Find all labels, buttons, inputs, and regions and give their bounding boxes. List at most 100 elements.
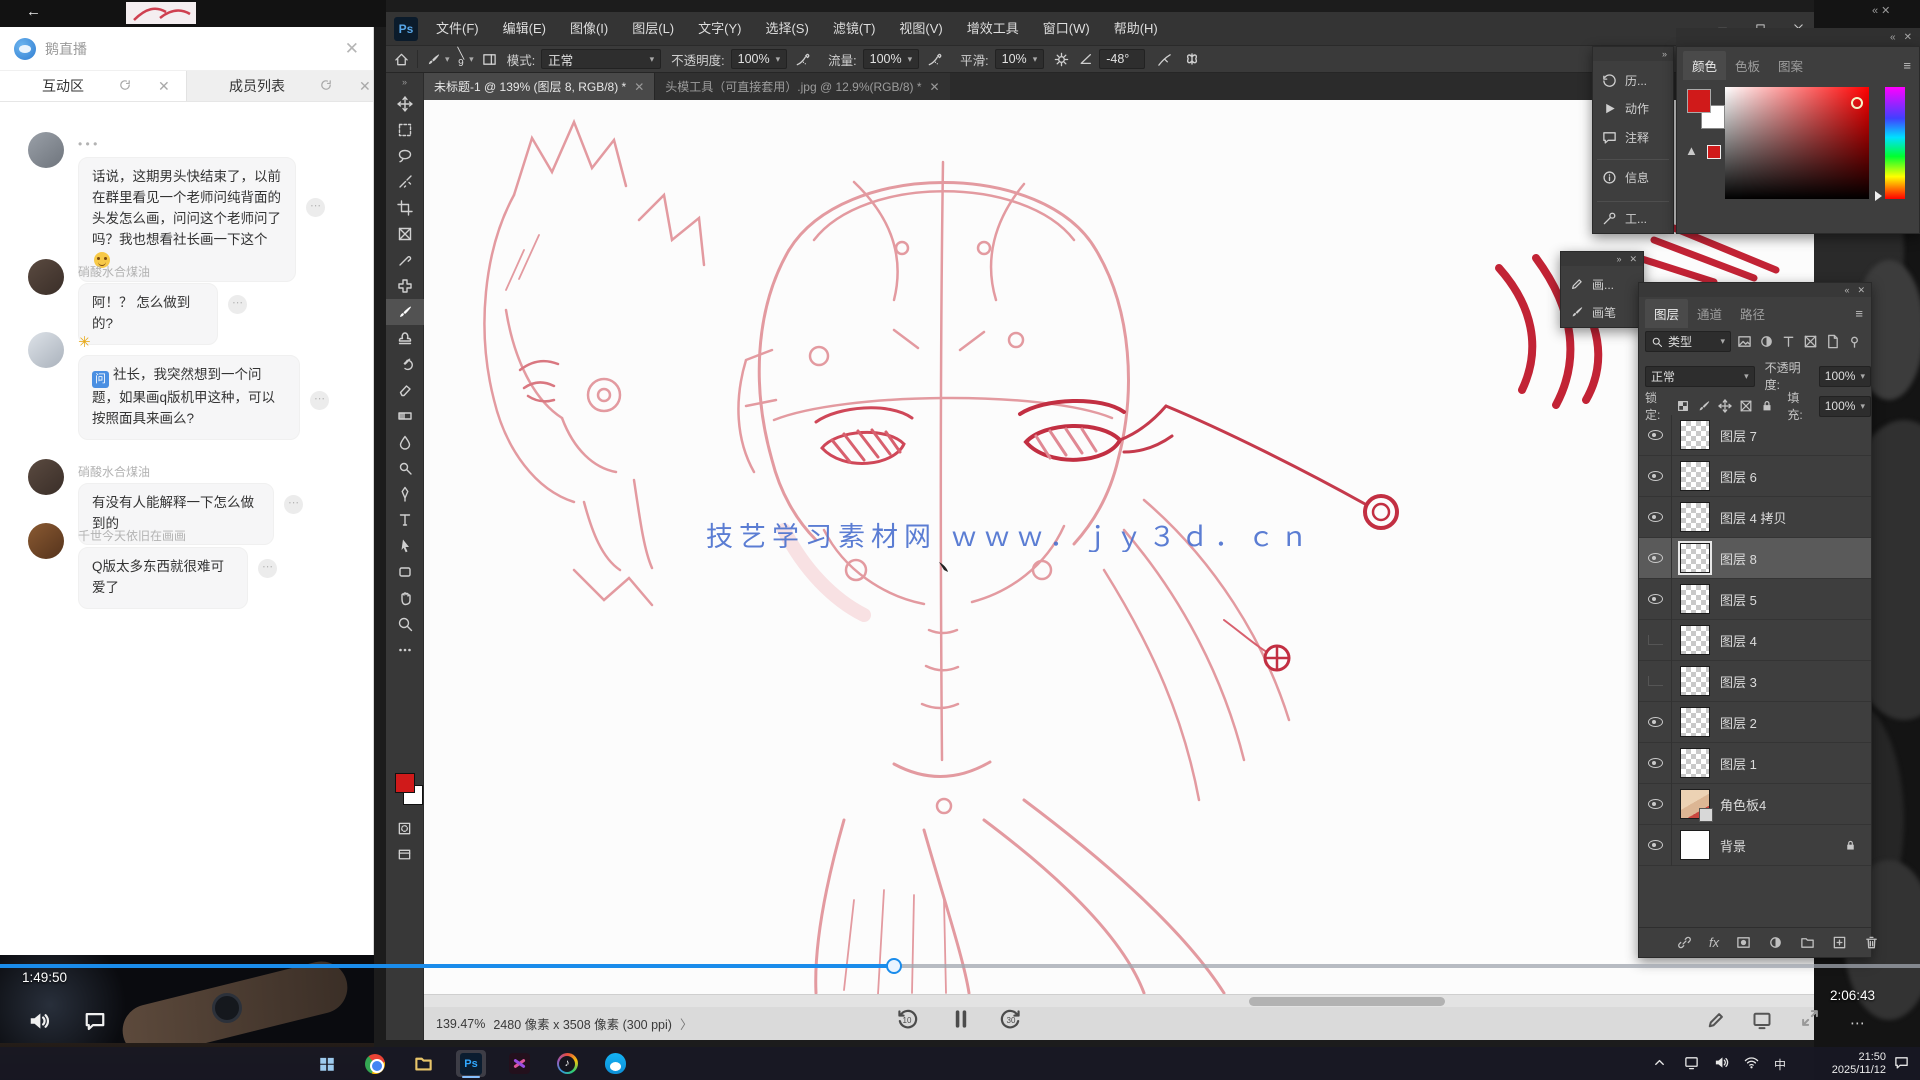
menu-filter[interactable]: 滤镜(T) [821,12,888,45]
toggle-brush-panel-icon[interactable] [482,52,497,67]
video-thumbnail[interactable] [126,2,196,24]
foreground-color-swatch[interactable] [395,773,415,793]
doc-tab-reference[interactable]: 头模工具（可直接套用）.jpg @ 12.9%(RGB/8) *✕ [654,73,949,100]
adjustment-layer-icon[interactable] [1768,935,1783,950]
hand-tool[interactable] [386,585,424,611]
menu-select[interactable]: 选择(S) [753,12,820,45]
filter-pin-icon[interactable] [1847,334,1862,349]
pause-button[interactable] [950,1008,972,1030]
close-panel-icon[interactable]: ✕ [1629,254,1637,265]
volume-icon[interactable] [28,1010,50,1032]
filter-adjustment-icon[interactable] [1759,334,1774,349]
toolbar-collapse-icon[interactable]: » [386,73,423,91]
menu-edit[interactable]: 编辑(E) [491,12,558,45]
brush-angle-field[interactable]: -48° [1099,49,1145,69]
type-tool[interactable] [386,507,424,533]
blend-mode-select[interactable]: 正常▾ [1645,366,1755,387]
zoom-tool[interactable] [386,611,424,637]
chat-close-icon[interactable]: ✕ [345,39,359,59]
filter-smart-object-icon[interactable] [1825,334,1840,349]
avatar[interactable] [28,459,64,495]
close-panel-icon[interactable]: ✕ [1904,32,1912,43]
opacity-value[interactable]: 100%▾ [1819,366,1871,387]
filter-shape-icon[interactable] [1803,334,1818,349]
brush-preset-icon[interactable] [426,52,441,67]
danmaku-toggle-icon[interactable] [84,1010,106,1032]
message-more-icon[interactable]: ⋯ [310,391,329,410]
layer-row[interactable]: 图层 3 [1639,661,1871,702]
layer-thumbnail[interactable] [1680,461,1710,491]
avatar[interactable] [28,132,64,168]
frame-tool[interactable] [386,221,424,247]
taskbar-app-qq[interactable] [600,1050,630,1077]
panel-menu-icon[interactable]: ≡ [1903,58,1919,73]
menu-file[interactable]: 文件(F) [424,12,491,45]
lock-pixels-icon[interactable] [1697,399,1711,413]
panel-button-info[interactable]: 信息 [1593,163,1673,191]
shape-tool[interactable] [386,559,424,585]
panel-expand-icon[interactable]: » [1662,49,1667,59]
layer-row[interactable]: 图层 8 [1639,538,1871,579]
history-brush-tool[interactable] [386,351,424,377]
gradient-tool[interactable] [386,403,424,429]
rewind-10-button[interactable]: 10 [896,1008,918,1025]
message-more-icon[interactable]: ⋯ [306,198,325,217]
layer-row[interactable]: 图层 7 [1639,415,1871,456]
color-field[interactable] [1725,87,1869,199]
tab-members[interactable]: 成员列表 ✕ [186,71,373,101]
panel-button-artboard[interactable]: 画... [1561,270,1643,298]
visibility-eye-icon[interactable] [1648,840,1663,850]
visibility-eye-icon[interactable] [1648,758,1663,768]
filter-type-icon[interactable] [1781,334,1796,349]
taskbar-app-chrome[interactable] [360,1050,390,1077]
menu-view[interactable]: 视图(V) [887,12,954,45]
panel-button-notes[interactable]: 注释 [1593,123,1673,151]
airbrush-opacity-icon[interactable] [795,52,810,67]
layer-thumbnail[interactable] [1680,502,1710,532]
tab-channels[interactable]: 通道 [1688,299,1731,328]
close-doc-icon[interactable]: ✕ [930,80,940,94]
collapse-panels-icon[interactable]: « [1890,32,1896,43]
close-tab-icon[interactable]: ✕ [158,78,170,95]
filter-pixel-icon[interactable] [1737,334,1752,349]
brush-size-picker[interactable]: ╲9 [458,50,465,68]
layer-thumbnail[interactable] [1680,625,1710,655]
tray-clock[interactable]: 21:50 2025/11/12 [1832,1051,1886,1076]
layer-thumbnail[interactable] [1680,707,1710,737]
screen-mode-icon[interactable] [397,847,412,862]
visibility-eye-icon[interactable] [1648,717,1663,727]
tab-paths[interactable]: 路径 [1731,299,1774,328]
move-tool[interactable] [386,91,424,117]
forward-30-button[interactable]: 30 [1000,1008,1022,1025]
panel-button-actions[interactable]: 动作 [1593,94,1673,122]
lock-all-icon[interactable] [1760,399,1774,413]
zoom-level[interactable]: 139.47% [436,1017,485,1031]
layer-thumbnail[interactable] [1680,543,1710,573]
more-options-icon[interactable]: ⋯ [1850,1014,1867,1032]
panel-button-brushes[interactable]: 画笔 [1561,298,1643,326]
pen-pressure-icon[interactable] [1157,52,1172,67]
lasso-tool[interactable] [386,143,424,169]
smoothing-field[interactable]: 10%▾ [995,49,1045,69]
pen-tool[interactable] [386,481,424,507]
tray-network-icon[interactable] [1744,1055,1759,1070]
tray-notification-icon[interactable] [1894,1055,1909,1070]
taskbar-app-pink-app[interactable] [504,1050,534,1077]
panel-expand-icon[interactable]: » [1616,254,1621,264]
tray-display-icon[interactable] [1684,1055,1699,1070]
chat-message-list[interactable]: • • •话说，这期男头快结束了，以前在群里看见一个老师问纯背面的头发怎么画，问… [0,103,373,955]
blur-tool[interactable] [386,429,424,455]
foreground-swatch[interactable] [1687,89,1711,113]
layer-row[interactable]: 背景 [1639,825,1871,866]
home-icon[interactable] [394,52,409,67]
layer-row[interactable]: 图层 1 [1639,743,1871,784]
eraser-tool[interactable] [386,377,424,403]
tab-interaction[interactable]: 互动区 ✕ [0,71,186,101]
tray-ime-indicator[interactable]: 中 [1774,1056,1786,1073]
panel-button-history[interactable]: 历... [1593,66,1673,94]
dodge-tool[interactable] [386,455,424,481]
mini-player-icon[interactable] [1752,1010,1772,1030]
quick-mask-icon[interactable] [397,821,412,836]
gamut-swatch[interactable] [1707,145,1721,159]
layer-row[interactable]: 图层 2 [1639,702,1871,743]
